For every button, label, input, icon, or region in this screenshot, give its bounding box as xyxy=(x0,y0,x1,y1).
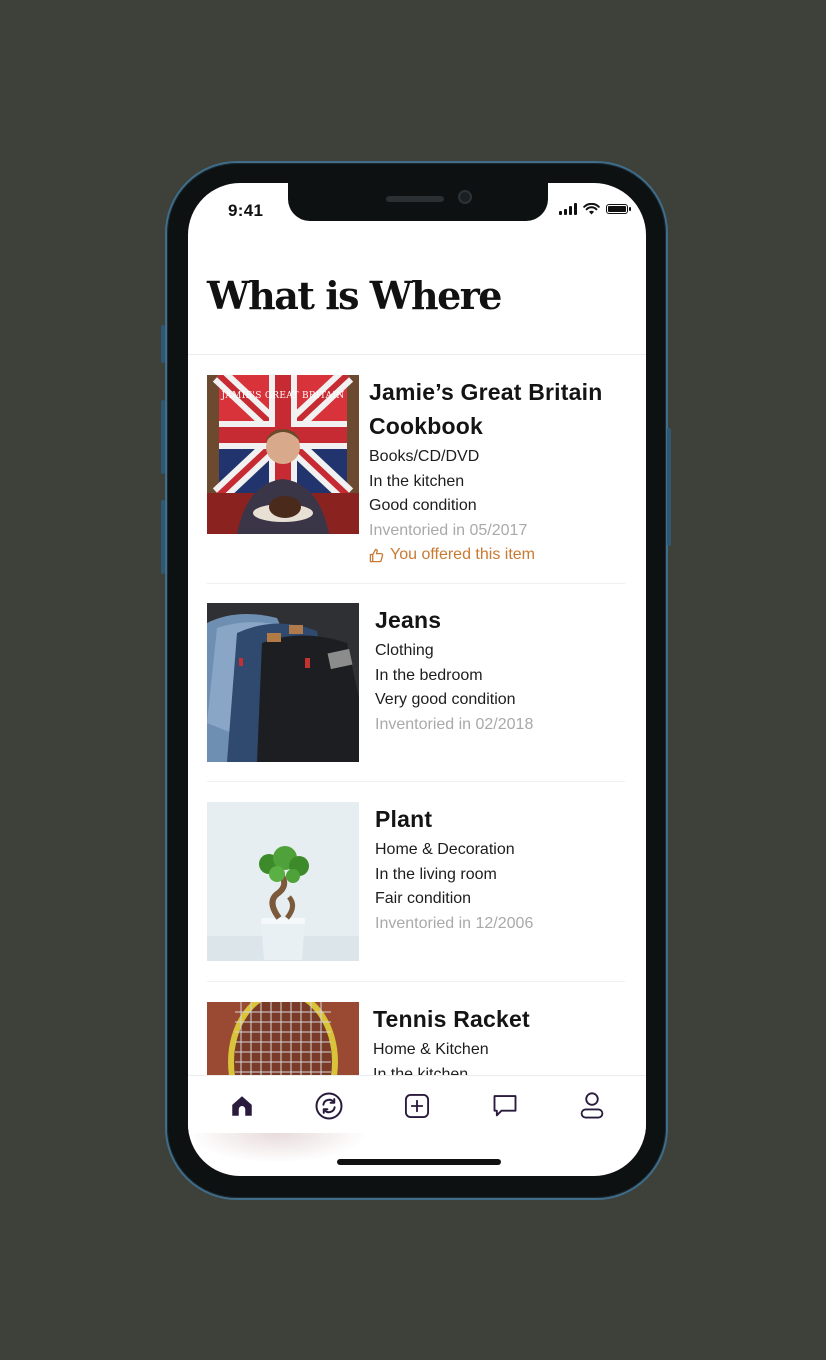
tab-bar xyxy=(188,1075,646,1135)
item-location: In the kitchen xyxy=(373,1065,469,1076)
cookbook-cover-text: JAMIE'S GREAT BRITAIN xyxy=(221,391,345,401)
item-inventoried-date: Inventoried in 12/2006 xyxy=(375,914,534,932)
tab-messages[interactable] xyxy=(485,1086,525,1126)
item-title: Jamie’s Great Britain Cookbook xyxy=(369,375,602,443)
item-condition: Good condition xyxy=(369,497,477,514)
speaker xyxy=(386,196,444,202)
item-image-tennis-racket xyxy=(207,1002,359,1075)
volume-down-button xyxy=(161,500,165,574)
item-condition: Fair condition xyxy=(375,890,472,907)
tab-home[interactable] xyxy=(222,1086,262,1126)
item-divider xyxy=(207,981,625,982)
tab-add[interactable] xyxy=(397,1086,437,1126)
power-button xyxy=(667,428,671,546)
inventory-list[interactable]: JAMIE'S GREAT BRITAIN Jamie’s Great Brit… xyxy=(188,355,646,1075)
battery-icon xyxy=(606,204,631,214)
thumbs-up-icon xyxy=(369,548,384,562)
item-category: Home & Kitchen xyxy=(373,1041,489,1058)
item-info: Jeans Clothing In the bedroom Very good … xyxy=(375,603,533,737)
volume-up-button xyxy=(161,400,165,474)
signal-icon xyxy=(559,203,577,215)
item-category: Home & Decoration xyxy=(375,841,515,858)
plus-square-icon xyxy=(404,1093,430,1118)
camera xyxy=(458,190,472,204)
page-title: What is Where xyxy=(207,273,502,318)
item-image-plant xyxy=(207,802,359,961)
status-time: 9:41 xyxy=(228,201,264,220)
item-condition: Very good condition xyxy=(375,691,516,708)
item-divider xyxy=(207,781,625,782)
notch xyxy=(288,183,548,221)
item-location: In the living room xyxy=(375,865,497,883)
item-info: Plant Home & Decoration In the living ro… xyxy=(375,802,533,936)
offer-status[interactable]: You offered this item xyxy=(369,543,602,568)
status-icons xyxy=(559,203,631,215)
item-info: Tennis Racket Home & Kitchen In the kitc… xyxy=(373,1002,530,1075)
user-icon xyxy=(580,1091,604,1118)
tab-exchange[interactable] xyxy=(309,1086,349,1126)
wifi-icon xyxy=(583,203,600,215)
item-title: Jeans xyxy=(375,607,442,633)
item-info: Jamie’s Great Britain Cookbook Books/CD/… xyxy=(369,375,602,568)
refresh-icon xyxy=(315,1092,343,1119)
item-location: In the bedroom xyxy=(375,666,483,684)
tab-profile[interactable] xyxy=(572,1086,612,1126)
home-icon xyxy=(232,1095,252,1116)
item-inventoried-date: Inventoried in 05/2017 xyxy=(369,521,528,539)
home-indicator[interactable] xyxy=(337,1159,501,1165)
item-title-line-2: Cookbook xyxy=(369,413,484,439)
item-location: In the kitchen xyxy=(369,472,465,490)
mute-switch xyxy=(161,325,165,363)
item-image-jeans xyxy=(207,603,359,762)
app-screen: 9:41 What is Where JAMIE'S GREAT BRITAIN… xyxy=(188,183,646,1176)
item-title: Tennis Racket xyxy=(373,1006,530,1032)
item-divider xyxy=(207,583,625,584)
item-category: Books/CD/DVD xyxy=(369,448,480,465)
item-title-line-1: Jamie’s Great Britain xyxy=(369,379,603,405)
item-inventoried-date: Inventoried in 02/2018 xyxy=(375,715,534,733)
item-image-cookbook: JAMIE'S GREAT BRITAIN xyxy=(207,375,359,534)
item-title: Plant xyxy=(375,806,433,832)
offer-label: You offered this item xyxy=(390,546,535,563)
chat-icon xyxy=(493,1094,517,1116)
item-category: Clothing xyxy=(375,642,434,659)
